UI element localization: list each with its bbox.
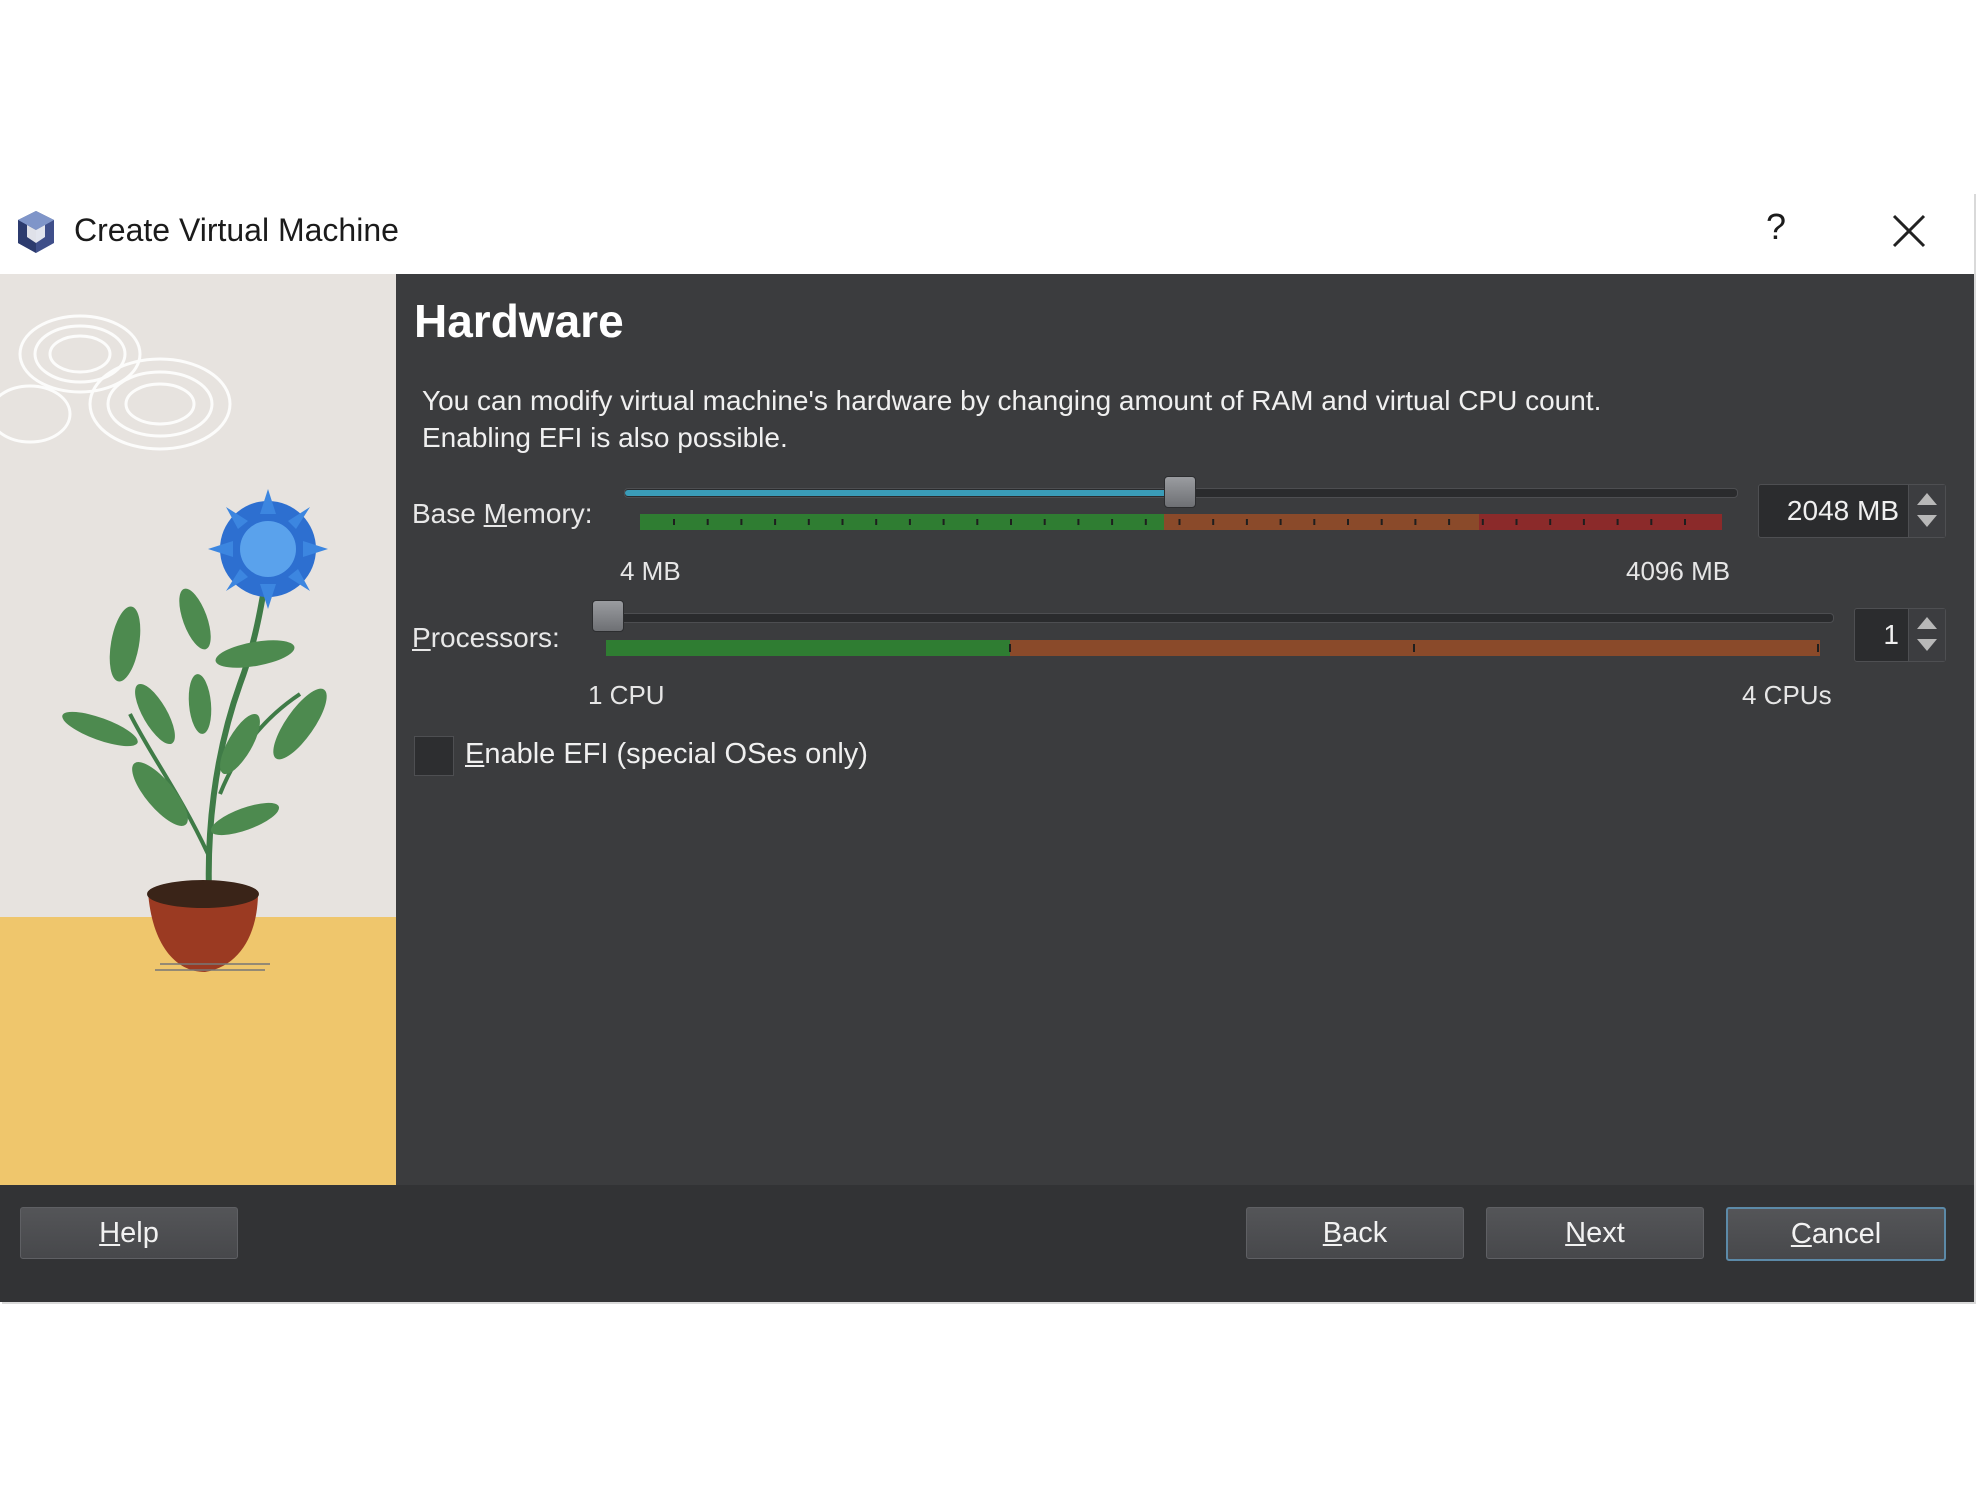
window-title: Create Virtual Machine — [74, 212, 399, 248]
help-button-mnemonic: H — [99, 1216, 121, 1249]
close-icon[interactable] — [1888, 210, 1930, 252]
processors-value[interactable]: 1 — [1883, 619, 1899, 651]
help-question-button[interactable]: ? — [1766, 206, 1786, 248]
help-button[interactable]: Help — [20, 1207, 238, 1259]
description-line-1: You can modify virtual machine's hardwar… — [422, 385, 1602, 416]
base-memory-value[interactable]: 2048 MB — [1787, 495, 1899, 527]
memory-spin-arrows — [1908, 485, 1945, 537]
virtualbox-icon — [18, 211, 54, 253]
base-memory-label-post: emory: — [506, 498, 593, 529]
memory-decrement-icon[interactable] — [1917, 515, 1937, 527]
enable-efi-label[interactable]: Enable EFI (special OSes only) — [465, 738, 868, 771]
processors-min-label: 1 CPU — [588, 680, 665, 710]
processors-label-mnemonic: P — [412, 622, 431, 653]
memory-min-label: 4 MB — [620, 556, 681, 586]
button-bar: Help Back Next Cancel — [0, 1185, 1974, 1302]
memory-zone-orange — [1164, 514, 1479, 530]
cancel-button-mnemonic: C — [1790, 1217, 1812, 1250]
processors-increment-icon[interactable] — [1917, 617, 1937, 629]
processors-max-label: 4 CPUs — [1742, 680, 1832, 710]
memory-max-label: 4096 MB — [1626, 556, 1731, 586]
enable-efi-label-post: nable EFI (special OSes only) — [484, 738, 868, 770]
enable-efi-checkbox[interactable] — [414, 736, 454, 776]
enable-efi-label-mnemonic: E — [465, 738, 485, 770]
cancel-button[interactable]: Cancel — [1726, 1207, 1946, 1261]
processors-spin-arrows — [1908, 609, 1945, 661]
next-button-rest: ext — [1586, 1216, 1625, 1249]
back-button-rest: ack — [1342, 1216, 1388, 1249]
base-memory-label: Base Memory: — [412, 498, 593, 530]
processors-zone-bar — [606, 640, 1820, 656]
page-description: You can modify virtual machine's hardwar… — [422, 382, 1922, 456]
memory-increment-icon[interactable] — [1917, 493, 1937, 505]
cancel-button-rest: ancel — [1811, 1217, 1882, 1250]
title-bar: Create Virtual Machine ? — [0, 192, 1974, 274]
memory-zone-green — [640, 514, 1164, 530]
base-memory-label-mnemonic: M — [483, 498, 507, 529]
back-button-mnemonic: B — [1322, 1216, 1343, 1249]
back-button[interactable]: Back — [1246, 1207, 1464, 1259]
create-vm-dialog: Create Virtual Machine ? Hardware You ca… — [0, 192, 1974, 1302]
base-memory-slider-handle[interactable] — [1164, 476, 1196, 508]
processors-slider[interactable] — [592, 613, 1834, 623]
wizard-illustration — [0, 274, 396, 1185]
next-button-mnemonic: N — [1565, 1216, 1587, 1249]
page-title: Hardware — [414, 295, 624, 347]
processors-decrement-icon[interactable] — [1917, 639, 1937, 651]
next-button[interactable]: Next — [1486, 1207, 1704, 1259]
description-line-2: Enabling EFI is also possible. — [422, 422, 788, 453]
processors-label-post: rocessors: — [430, 622, 560, 653]
base-memory-slider-fill — [625, 490, 1179, 496]
base-memory-zone-bar — [640, 514, 1722, 530]
cpu-zone-green — [606, 640, 1010, 656]
processors-spinbox[interactable]: 1 — [1854, 608, 1946, 662]
base-memory-label-pre: Base — [412, 498, 484, 529]
processors-slider-handle[interactable] — [592, 600, 624, 632]
processors-label: Processors: — [412, 622, 560, 654]
base-memory-spinbox[interactable]: 2048 MB — [1758, 484, 1946, 538]
help-button-rest: elp — [120, 1216, 159, 1249]
